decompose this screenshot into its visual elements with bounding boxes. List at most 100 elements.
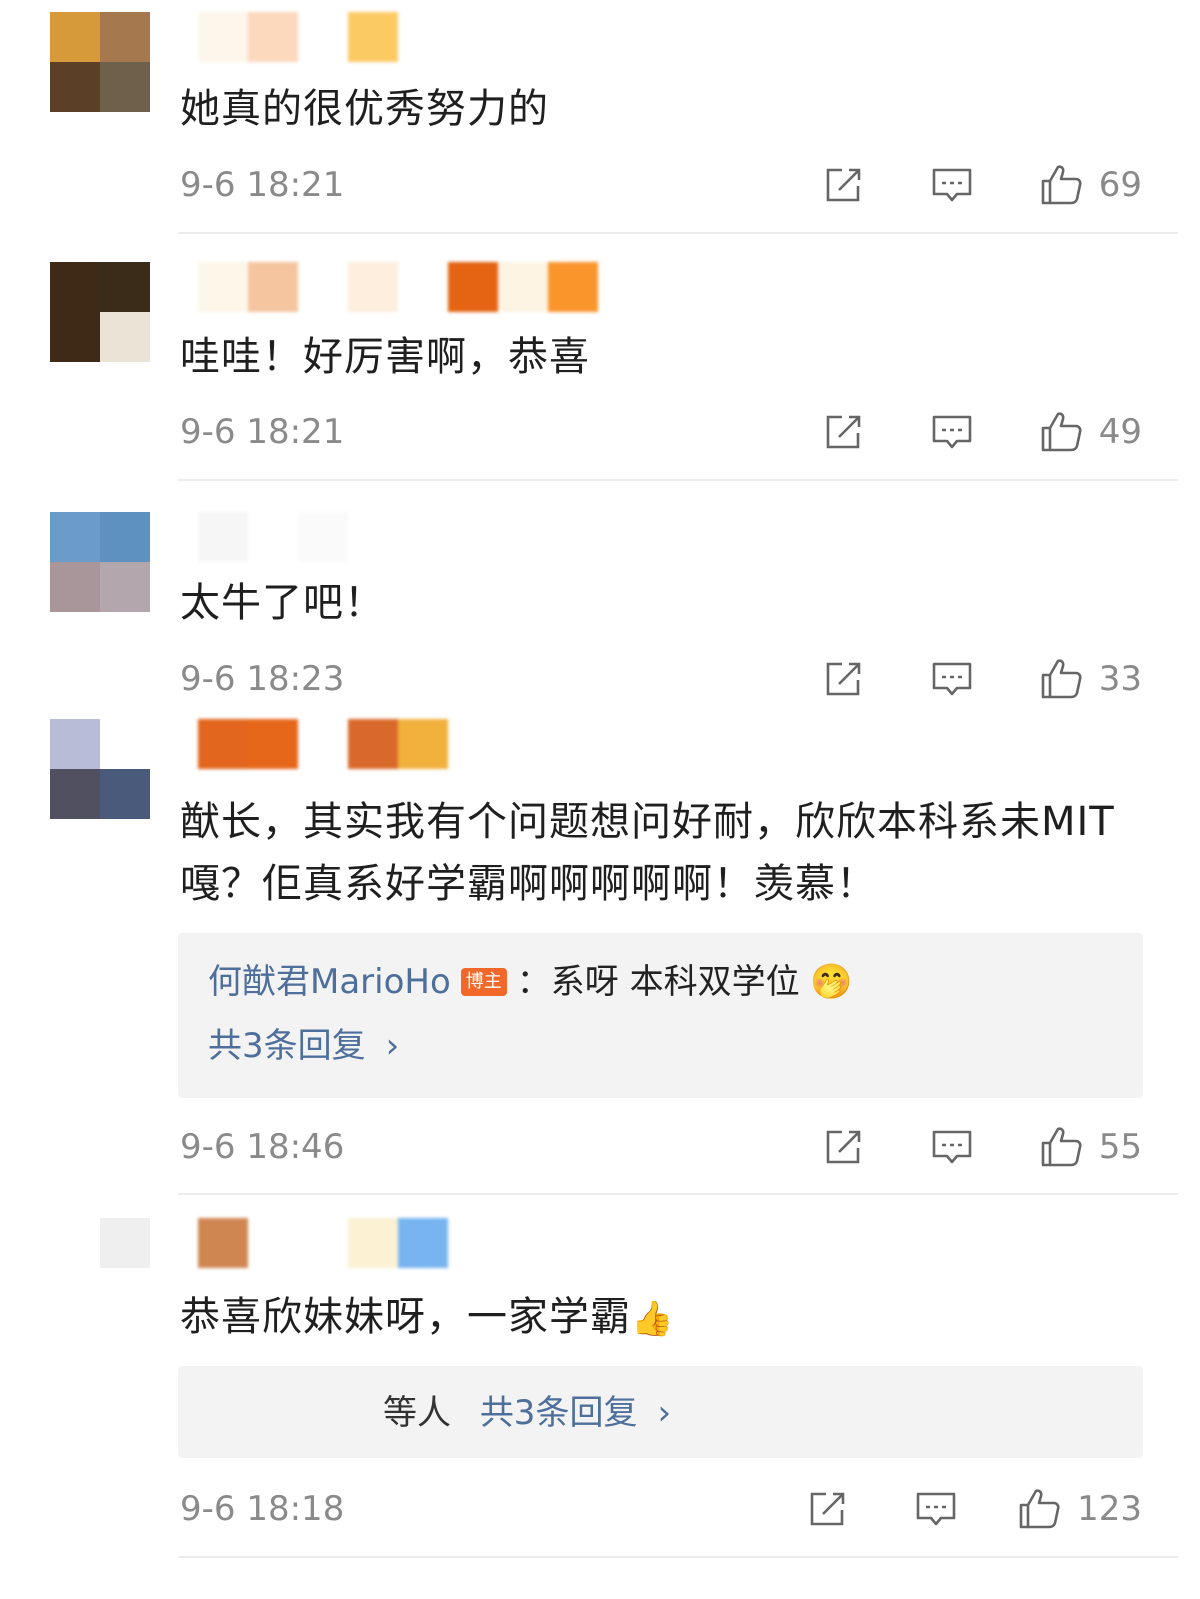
- divider: [178, 232, 1178, 234]
- share-button[interactable]: [806, 1487, 850, 1531]
- share-button[interactable]: [822, 410, 866, 454]
- share-icon: [810, 1492, 845, 1526]
- reply-text: ：系呀 本科双学位: [516, 962, 800, 1002]
- like-count: 49: [1098, 412, 1142, 452]
- username-blur-block: [198, 512, 248, 562]
- avatar[interactable]: [50, 12, 150, 112]
- username-blur-block: [248, 262, 298, 312]
- avatar[interactable]: [50, 512, 150, 612]
- comment-time: 9-6 18:23: [180, 659, 345, 699]
- avatar-pixel: [100, 769, 150, 819]
- comment-time: 9-6 18:21: [180, 165, 345, 205]
- username-blur-block: [248, 1218, 298, 1268]
- avatar-pixel: [100, 312, 150, 362]
- comment-text: 太牛了吧！: [180, 580, 385, 626]
- comment-text-body: 恭喜欣妹妹呀，一家学霸: [180, 1294, 631, 1340]
- avatar-pixel: [100, 1218, 150, 1268]
- avatar-pixel: [50, 312, 100, 362]
- thumbs-up-icon: [1041, 1127, 1082, 1167]
- username-blur-block: [348, 262, 398, 312]
- avatar[interactable]: [50, 719, 150, 819]
- username-blurred[interactable]: [198, 1218, 448, 1268]
- avatar-pixel: [50, 769, 100, 819]
- chevron-right-icon: ›: [657, 1393, 672, 1433]
- share-icon: [826, 168, 861, 202]
- divider: [178, 1193, 1178, 1195]
- username-blurred[interactable]: [198, 512, 348, 562]
- username-blur-block: [248, 512, 298, 562]
- view-replies-label: 共3条回复: [479, 1393, 638, 1433]
- username-blurred[interactable]: [198, 12, 398, 62]
- view-replies-link[interactable]: 等人 共3条回复 ›: [383, 1388, 671, 1438]
- avatar-pixel: [100, 262, 150, 312]
- like-button[interactable]: 33: [1039, 657, 1142, 701]
- avatar-pixel: [100, 719, 150, 769]
- reply-preview[interactable]: 何猷君MarioHo 博主 ：系呀 本科双学位 🤭 共3条回复 ›: [178, 933, 1143, 1098]
- comment-time: 9-6 18:18: [180, 1489, 345, 1529]
- username-blur-block: [248, 12, 298, 62]
- avatar-pixel: [50, 62, 100, 112]
- username-blur-block: [298, 12, 348, 62]
- comment-meta: 9-6 18:46 55: [180, 1125, 1142, 1169]
- reply-participants: 等人: [383, 1393, 451, 1433]
- reply-author[interactable]: 何猷君MarioHo: [208, 962, 451, 1002]
- like-count: 69: [1098, 165, 1142, 205]
- like-button[interactable]: 123: [1017, 1487, 1142, 1531]
- comment-text: 恭喜欣妹妹呀，一家学霸👍: [180, 1286, 1150, 1350]
- reply-preview[interactable]: 等人 共3条回复 ›: [178, 1366, 1143, 1458]
- thumbs-up-icon: [1041, 659, 1082, 699]
- comment-time: 9-6 18:46: [180, 1127, 345, 1167]
- view-replies-link[interactable]: 共3条回复 ›: [208, 1021, 399, 1071]
- username-blurred[interactable]: [198, 262, 598, 312]
- share-button[interactable]: [822, 163, 866, 207]
- comment-text: 她真的很优秀努力的: [180, 86, 549, 132]
- username-blur-block: [448, 262, 498, 312]
- author-badge: 博主: [460, 968, 507, 996]
- username-blur-block: [348, 719, 398, 769]
- like-button[interactable]: 55: [1039, 1125, 1142, 1169]
- comment-meta: 9-6 18:23 33: [180, 657, 1142, 701]
- username-blur-block: [298, 512, 348, 562]
- avatar[interactable]: [50, 262, 150, 362]
- username-blur-block: [248, 719, 298, 769]
- like-button[interactable]: 69: [1039, 163, 1142, 207]
- comment-time: 9-6 18:21: [180, 412, 345, 452]
- shy-emoji-icon: 🤭: [810, 962, 853, 1002]
- avatar[interactable]: [50, 1218, 150, 1318]
- reply-button[interactable]: [914, 1487, 958, 1531]
- username-blur-block: [298, 262, 348, 312]
- divider: [178, 479, 1178, 481]
- avatar-pixel: [50, 562, 100, 612]
- share-button[interactable]: [822, 1125, 866, 1169]
- comment-icon: [932, 415, 972, 449]
- comment-icon: [932, 168, 972, 202]
- username-blur-block: [298, 719, 348, 769]
- username-blur-block: [198, 1218, 248, 1268]
- avatar-pixel: [50, 719, 100, 769]
- thumbs-up-icon: [1041, 412, 1082, 452]
- reply-button[interactable]: [930, 163, 974, 207]
- avatar-pixel: [50, 12, 100, 62]
- like-count: 33: [1098, 659, 1142, 699]
- avatar-pixel: [50, 512, 100, 562]
- avatar-pixel: [100, 562, 150, 612]
- avatar-pixel: [100, 62, 150, 112]
- reply-button[interactable]: [930, 1125, 974, 1169]
- avatar-pixel: [50, 262, 100, 312]
- reply-preview-line: 何猷君MarioHo 博主 ：系呀 本科双学位 🤭: [208, 957, 853, 1007]
- comment-meta: 9-6 18:21 69: [180, 163, 1142, 207]
- reply-button[interactable]: [930, 410, 974, 454]
- username-blur-block: [348, 1218, 398, 1268]
- comment-meta: 9-6 18:18 123: [180, 1487, 1142, 1531]
- reply-button[interactable]: [930, 657, 974, 701]
- username-blur-block: [398, 262, 448, 312]
- username-blurred[interactable]: [198, 719, 448, 769]
- username-blur-block: [348, 12, 398, 62]
- comment-icon: [932, 662, 972, 696]
- chevron-right-icon: ›: [385, 1026, 400, 1066]
- like-button[interactable]: 49: [1039, 410, 1142, 454]
- username-blur-block: [548, 262, 598, 312]
- avatar-pixel: [100, 1268, 150, 1318]
- avatar-pixel: [50, 1268, 100, 1318]
- share-button[interactable]: [822, 657, 866, 701]
